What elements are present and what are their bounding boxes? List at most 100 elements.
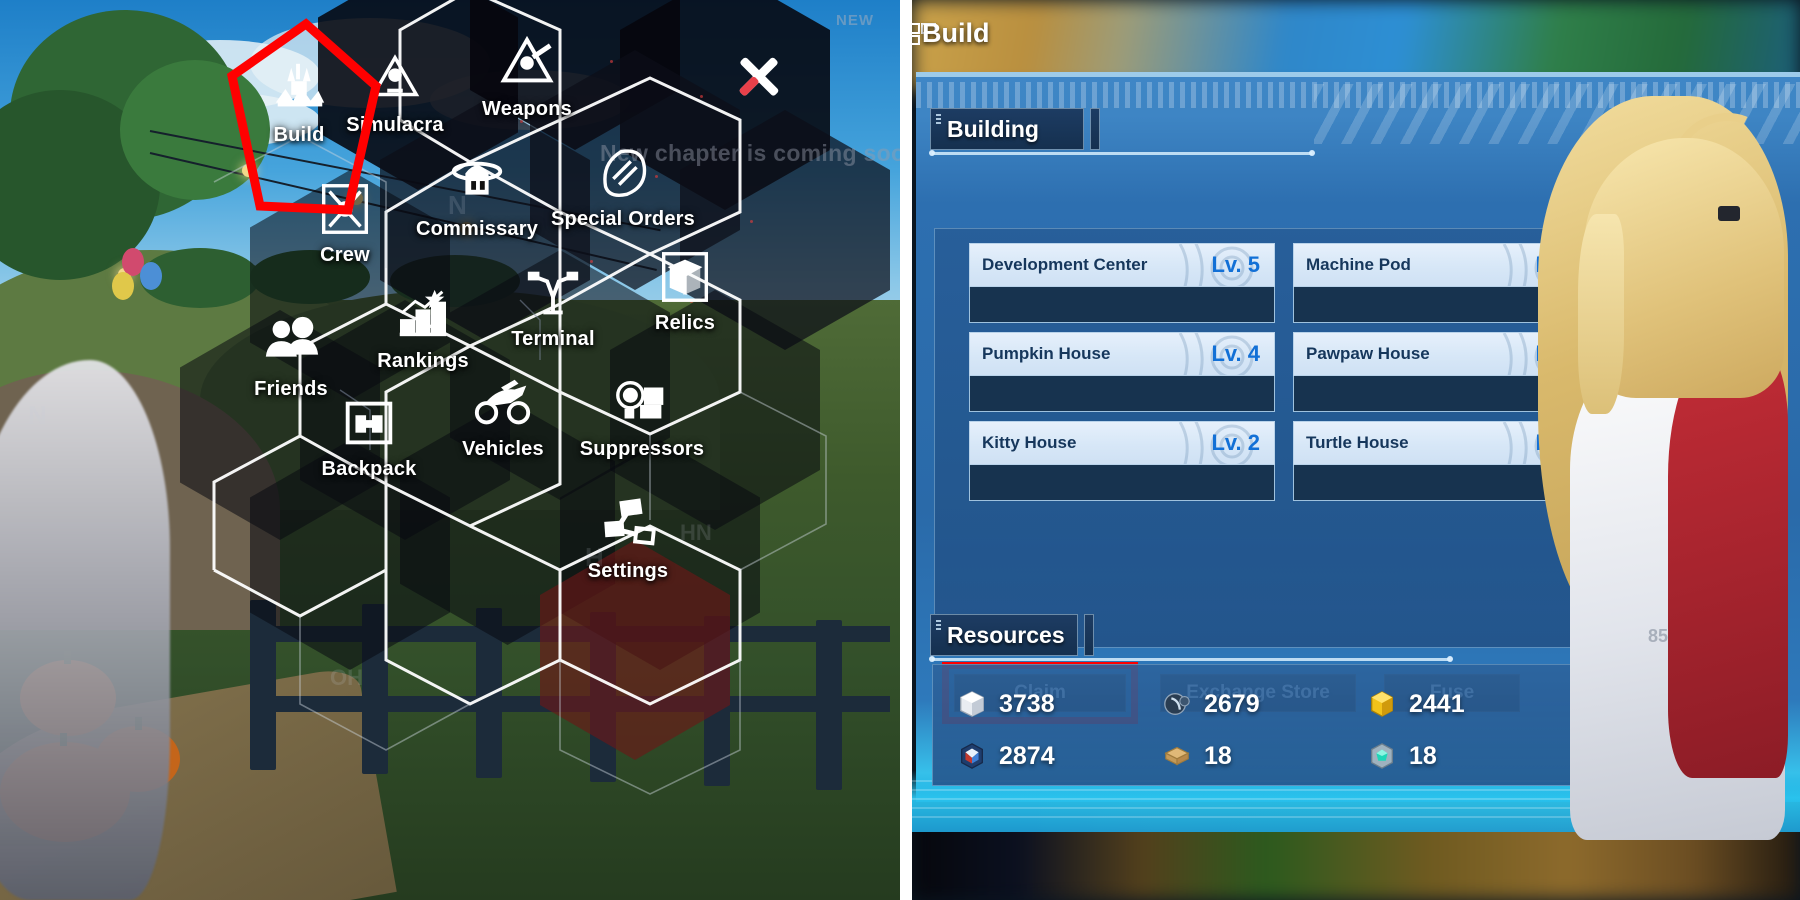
- friends-icon: [260, 312, 322, 374]
- resource-value: 2679: [1204, 689, 1260, 718]
- menu-item-label: Backpack: [321, 458, 417, 480]
- menu-item-label: Rankings: [377, 350, 469, 372]
- building-name: Kitty House: [982, 433, 1077, 452]
- building-level: Lv. 3: [1535, 341, 1584, 366]
- menu-item-backpack[interactable]: Backpack: [294, 392, 444, 481]
- section-tab-building[interactable]: Building: [930, 108, 1084, 150]
- menu-item-friends[interactable]: Friends: [216, 312, 366, 401]
- menu-item-weapons[interactable]: Weapons: [452, 32, 602, 121]
- close-icon[interactable]: [730, 48, 788, 106]
- blue-gem-icon: [957, 741, 987, 771]
- building-name: Machine Pod: [1306, 255, 1411, 274]
- menu-item-label: Crew: [320, 244, 370, 266]
- section-tab-label: Building: [947, 115, 1039, 142]
- building-card-header: Pawpaw House Lv. 3: [1293, 332, 1599, 376]
- resource-value: 18: [1204, 741, 1232, 770]
- resource-value: 18: [1409, 741, 1437, 770]
- building-list-container: Development Center Lv. 5 Machine Pod Lv.…: [934, 228, 1630, 648]
- resource-item[interactable]: 2679: [1162, 689, 1367, 719]
- panel-divider: [900, 0, 912, 900]
- section-underline: [929, 656, 1453, 662]
- new-badge: NEW: [836, 12, 874, 29]
- building-card[interactable]: Kitty House Lv. 2: [969, 421, 1275, 501]
- resource-item[interactable]: 0: [1572, 741, 1777, 771]
- menu-item-label: Suppressors: [579, 438, 705, 460]
- resource-item[interactable]: 2874: [957, 741, 1162, 771]
- resource-value: 0: [1614, 741, 1628, 770]
- building-card[interactable]: Pawpaw House Lv. 3: [1293, 332, 1599, 412]
- resource-value: 3738: [999, 689, 1055, 718]
- building-level: Lv. 2: [1535, 430, 1584, 455]
- tab-dots-icon: [936, 620, 941, 632]
- menu-item-label: Weapons: [482, 98, 572, 120]
- resources-container: 3738 2679 2441 3251 2874 18 18 0: [932, 664, 1778, 786]
- building-card[interactable]: Development Center Lv. 5: [969, 243, 1275, 323]
- resource-item[interactable]: 18: [1162, 741, 1367, 771]
- orange-chest-icon: [1572, 741, 1602, 771]
- vehicles-icon: [472, 372, 534, 434]
- building-card-body: [1293, 376, 1599, 412]
- resource-item[interactable]: 3251: [1572, 689, 1777, 719]
- building-card-body: [1293, 465, 1599, 501]
- section-tab-accent-bar: [1084, 614, 1094, 656]
- resource-value: 2441: [1409, 689, 1465, 718]
- building-card[interactable]: Turtle House Lv. 2: [1293, 421, 1599, 501]
- special-orders-icon: [592, 142, 654, 204]
- screenshot-root: N N H HN OH NEW New chapter is coming so…: [0, 0, 1800, 900]
- background-letter: OH: [330, 665, 363, 690]
- building-card-body: [969, 287, 1275, 323]
- menu-item-label: Commissary: [415, 218, 539, 240]
- building-level: Lv. 2: [1211, 430, 1260, 455]
- resource-item[interactable]: 2441: [1367, 689, 1572, 719]
- resources-grid: 3738 2679 2441 3251 2874 18 18 0: [957, 689, 1777, 771]
- building-name: Development Center: [982, 255, 1148, 274]
- menu-item-terminal[interactable]: Terminal: [478, 262, 628, 351]
- window-top-accent: [916, 72, 1800, 77]
- build-window-panel: Build Building Development Center Lv. 5 …: [912, 0, 1800, 900]
- tab-dots-icon: [936, 114, 941, 126]
- suppressors-icon: [611, 372, 673, 434]
- section-tab-label: Resources: [947, 621, 1065, 648]
- game-world-menu-panel: N N H HN OH NEW New chapter is coming so…: [0, 0, 900, 900]
- backpack-icon: [338, 392, 400, 454]
- building-card-header: Kitty House Lv. 2: [969, 421, 1275, 465]
- building-name: Pumpkin House: [982, 344, 1111, 363]
- green-gem-icon: [1367, 741, 1397, 771]
- building-card[interactable]: Machine Pod Lv. 2: [1293, 243, 1599, 323]
- menu-item-special-orders[interactable]: Special Orders: [528, 142, 718, 231]
- menu-item-label: Settings: [587, 560, 669, 582]
- background-letter: N: [28, 400, 47, 430]
- building-name: Pawpaw House: [1306, 344, 1430, 363]
- building-card-header: Development Center Lv. 5: [969, 243, 1275, 287]
- relics-icon: [654, 246, 716, 308]
- settings-icon: [597, 494, 659, 556]
- resource-item[interactable]: 18: [1367, 741, 1572, 771]
- section-tab-accent-bar: [1090, 108, 1100, 150]
- dark-orb-icon: [1162, 689, 1192, 719]
- menu-item-relics[interactable]: Relics: [610, 246, 760, 335]
- menu-item-label: Relics: [654, 312, 716, 334]
- menu-item-settings[interactable]: Settings: [553, 494, 703, 583]
- menu-item-label: Terminal: [511, 328, 595, 350]
- building-card-header: Turtle House Lv. 2: [1293, 421, 1599, 465]
- building-card-body: [969, 376, 1275, 412]
- menu-item-label: Special Orders: [551, 208, 695, 230]
- resource-item[interactable]: 3738: [957, 689, 1162, 719]
- building-card-body: [1293, 287, 1599, 323]
- menu-item-suppressors[interactable]: Suppressors: [552, 372, 732, 461]
- building-card[interactable]: Pumpkin House Lv. 4: [969, 332, 1275, 412]
- section-tab-resources[interactable]: Resources: [930, 614, 1078, 656]
- build-highlight-marker: [226, 18, 381, 215]
- building-name: Turtle House: [1306, 433, 1409, 452]
- building-level: Lv. 4: [1211, 341, 1260, 366]
- terminal-icon: [522, 262, 584, 324]
- purple-crystal-icon: [1572, 689, 1602, 719]
- commissary-icon: [446, 152, 508, 214]
- window-footer-stripes: [912, 780, 1612, 820]
- menu-item-rankings[interactable]: Rankings: [348, 284, 498, 373]
- window-diagonal-decor: [1313, 84, 1800, 144]
- building-card-body: [969, 465, 1275, 501]
- resource-value: 3251: [1614, 689, 1670, 718]
- building-card-header: Pumpkin House Lv. 4: [969, 332, 1275, 376]
- page-title: Build: [922, 18, 990, 48]
